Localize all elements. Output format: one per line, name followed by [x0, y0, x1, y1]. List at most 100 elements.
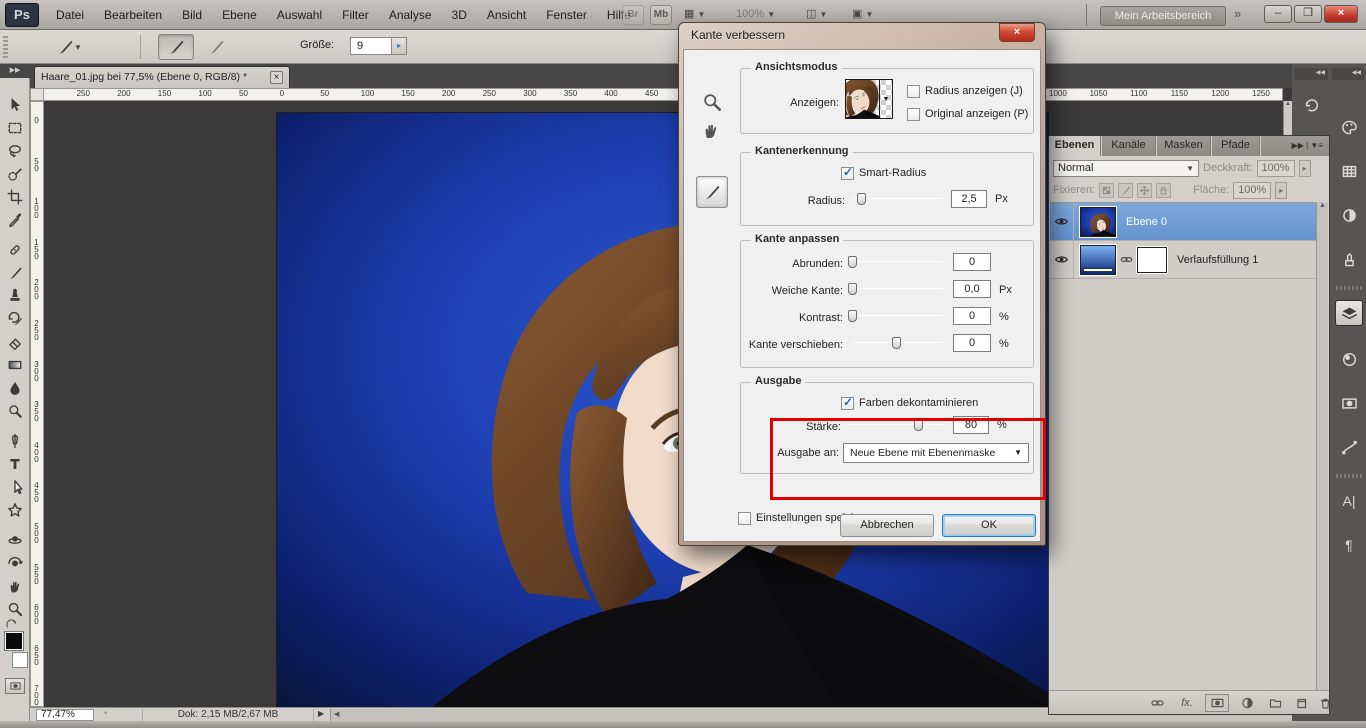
layer-name[interactable]: Verlaufsfüllung 1	[1177, 254, 1258, 266]
tool-type[interactable]	[3, 453, 27, 475]
close-button[interactable]: ×	[1324, 5, 1358, 23]
radius-value[interactable]: 2,5	[951, 190, 987, 208]
tab-masken[interactable]: Masken	[1157, 136, 1211, 156]
slider-thumb[interactable]	[857, 193, 866, 205]
adjust-row-value[interactable]: 0	[953, 307, 991, 325]
quick-mask-button[interactable]	[5, 678, 25, 694]
layer-row-ebene-0[interactable]: Ebene 0	[1050, 203, 1318, 241]
decontaminate-colors-checkbox[interactable]: Farben dekontaminieren	[841, 397, 978, 410]
menu-auswahl[interactable]: Auswahl	[267, 8, 332, 22]
tab-close-icon[interactable]: ×	[270, 71, 283, 84]
menu-filter[interactable]: Filter	[332, 8, 379, 22]
lock-all-icon[interactable]	[1156, 183, 1171, 198]
slider-thumb[interactable]	[848, 283, 857, 295]
tool-quick-selection[interactable]	[3, 163, 27, 185]
document-size-info[interactable]: Dok: 2,15 MB/2,67 MB	[142, 709, 314, 721]
layer-style-fx-icon[interactable]: fx.	[1175, 694, 1199, 712]
tool-eyedropper[interactable]	[3, 209, 27, 231]
fill-value[interactable]: 100%	[1233, 182, 1271, 199]
layer-name[interactable]: Ebene 0	[1126, 216, 1167, 228]
checkbox-box[interactable]	[841, 397, 854, 410]
tab-kanaele[interactable]: Kanäle	[1102, 136, 1156, 156]
adjust-row-value[interactable]: 0,0	[953, 280, 991, 298]
tool-crop[interactable]	[3, 186, 27, 208]
guides-dropdown[interactable]: ▦ ▼	[684, 7, 705, 20]
checkbox-box[interactable]	[907, 85, 920, 98]
checkbox-box[interactable]	[738, 512, 751, 525]
restore-button[interactable]: ❐	[1294, 5, 1322, 23]
dock-a-collapse[interactable]: ◀◀	[1294, 68, 1328, 80]
minimize-button[interactable]: –	[1264, 5, 1292, 23]
link-layers-icon[interactable]	[1145, 694, 1169, 712]
dock-b-collapse[interactable]: ◀◀	[1332, 68, 1364, 80]
panel-tab-extras[interactable]: ▶▶ | ▼≡	[1261, 136, 1329, 156]
view-checkbox-original[interactable]: Original anzeigen (P)	[907, 108, 1028, 121]
masks-panel-icon[interactable]	[1335, 390, 1363, 416]
tool-lasso[interactable]	[3, 140, 27, 162]
checkbox-box[interactable]	[907, 108, 920, 121]
drag-grip[interactable]	[3, 36, 8, 58]
tool-3d-orbit[interactable]	[3, 552, 27, 574]
layers-panel-icon[interactable]	[1335, 300, 1363, 326]
tool-history-brush[interactable]	[3, 308, 27, 330]
tool-eraser[interactable]	[3, 331, 27, 353]
adjust-row-value[interactable]: 0	[953, 334, 991, 352]
visibility-eye-icon[interactable]	[1050, 241, 1074, 279]
lock-pixels-icon[interactable]	[1118, 183, 1133, 198]
bridge-button[interactable]: Br	[622, 5, 644, 25]
refine-radius-tool[interactable]	[696, 176, 728, 208]
menu-datei[interactable]: Datei	[46, 8, 94, 22]
menu-fenster[interactable]: Fenster	[536, 8, 597, 22]
zoom-level-dropdown[interactable]: 100% ▼	[736, 8, 775, 20]
adjust-row-slider[interactable]	[851, 336, 943, 350]
history-panel-icon[interactable]	[1297, 92, 1325, 118]
cancel-button[interactable]: Abbrechen	[840, 514, 934, 537]
character-panel-icon[interactable]: A|	[1335, 488, 1363, 514]
swatches-panel-icon[interactable]	[1335, 158, 1363, 184]
zoom-percentage-field[interactable]: 77,47%	[36, 709, 94, 721]
paragraph-panel-icon[interactable]: ¶	[1335, 532, 1363, 558]
tool-zoom[interactable]	[3, 598, 27, 620]
refine-radius-tool-button[interactable]	[158, 34, 194, 60]
foreground-color-swatch[interactable]	[5, 632, 23, 650]
menu-analyse[interactable]: Analyse	[379, 8, 442, 22]
tool-dodge[interactable]	[3, 400, 27, 422]
menu-bild[interactable]: Bild	[172, 8, 212, 22]
view-thumbnail-dropdown[interactable]: ▼	[845, 79, 893, 119]
tool-move[interactable]	[3, 94, 27, 116]
opacity-value[interactable]: 100%	[1257, 160, 1295, 177]
blend-mode-select[interactable]: Normal▼	[1053, 160, 1199, 177]
layer-row-verlaufsfuellung[interactable]: Verlaufsfüllung 1	[1050, 241, 1318, 279]
zoom-tool-icon[interactable]	[702, 92, 722, 115]
adjustments-panel-icon[interactable]	[1335, 202, 1363, 228]
color-panel-icon[interactable]	[1335, 114, 1363, 140]
tool-path-selection[interactable]	[3, 476, 27, 498]
brush-size-input[interactable]: 9	[350, 37, 392, 55]
screen-mode-dropdown[interactable]: ▣ ▼	[852, 7, 873, 20]
background-color-swatch[interactable]	[12, 652, 28, 668]
brush-size-spinner[interactable]: ▸	[392, 37, 407, 55]
dialog-close-button[interactable]: ×	[999, 23, 1035, 42]
lock-position-icon[interactable]	[1137, 183, 1152, 198]
menu-3d[interactable]: 3D	[442, 8, 477, 22]
tool-brush[interactable]	[3, 262, 27, 284]
styles-panel-icon[interactable]	[1335, 246, 1363, 272]
radius-slider[interactable]	[851, 192, 943, 206]
tool-pen[interactable]	[3, 430, 27, 452]
tool-3d-rotate[interactable]	[3, 529, 27, 551]
tool-custom-shape[interactable]	[3, 499, 27, 521]
checkbox-box[interactable]	[841, 167, 854, 180]
tool-blur[interactable]	[3, 377, 27, 399]
tool-spot-healing-brush[interactable]	[3, 239, 27, 261]
layer-thumbnail[interactable]	[1080, 207, 1116, 237]
adjust-row-slider[interactable]	[851, 282, 943, 296]
menu-ebene[interactable]: Ebene	[212, 8, 267, 22]
tools-panel-collapse[interactable]: ▶▶	[0, 64, 30, 78]
status-expand-icon[interactable]: ▶	[318, 709, 324, 718]
slider-thumb[interactable]	[848, 310, 857, 322]
tool-clone-stamp[interactable]	[3, 285, 27, 307]
tool-rectangular-marquee[interactable]	[3, 117, 27, 139]
add-mask-icon[interactable]	[1205, 694, 1229, 712]
view-checkbox-radius[interactable]: Radius anzeigen (J)	[907, 85, 1023, 98]
slider-thumb[interactable]	[848, 256, 857, 268]
